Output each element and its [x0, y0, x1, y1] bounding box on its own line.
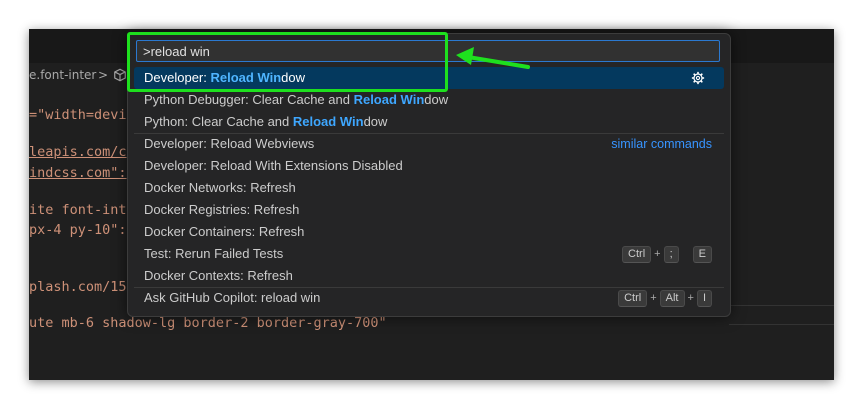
command-label: Ask GitHub Copilot: reload win [144, 290, 321, 305]
key-cap: Ctrl [618, 289, 648, 307]
key-cap: ; [663, 245, 679, 263]
command-item[interactable]: Ask GitHub Copilot: reload win Ctrl + Alt + I [134, 287, 724, 309]
key-plus: + [687, 292, 694, 304]
breadcrumb-separator: > [98, 68, 109, 82]
key-cap: Ctrl [622, 245, 652, 263]
editor-divider [729, 324, 834, 325]
cube-icon [114, 68, 126, 82]
key-plus: + [654, 248, 661, 260]
code-line: ="width=devic [29, 107, 135, 123]
command-label: Docker Containers: Refresh [144, 224, 305, 239]
editor-divider [729, 305, 834, 306]
command-label: Docker Registries: Refresh [144, 202, 300, 217]
keybinding: Ctrl + Alt + I [618, 289, 712, 307]
command-label: Docker Contexts: Refresh [144, 268, 293, 283]
command-item[interactable]: Test: Rerun Failed Tests Ctrl +; E [134, 243, 724, 265]
command-item[interactable]: Developer: Reload With Extensions Disabl… [134, 155, 724, 177]
command-item[interactable]: Docker Networks: Refresh [134, 177, 724, 199]
key-plus: + [650, 292, 657, 304]
code-line: px-4 py-10": [29, 222, 127, 238]
command-label: Developer: Reload Webviews [144, 136, 315, 151]
similar-commands-link[interactable]: similar commands [611, 133, 712, 155]
command-label: Developer: Reload With Extensions Disabl… [144, 158, 403, 173]
key-cap: I [696, 289, 712, 307]
keybinding: Ctrl +; E [622, 245, 712, 263]
command-item[interactable]: Docker Contexts: Refresh [134, 265, 724, 287]
breadcrumb-item[interactable]: e.font-inter [29, 63, 96, 87]
command-item[interactable]: Docker Containers: Refresh [134, 221, 724, 243]
annotation-highlight-box [127, 32, 448, 92]
command-label: Docker Networks: Refresh [144, 180, 296, 195]
command-item[interactable]: Python: Clear Cache and Reload Window [134, 111, 724, 133]
key-cap: E [692, 245, 712, 263]
gear-icon[interactable] [691, 71, 705, 85]
code-line: indcss.com": [29, 165, 127, 181]
annotation-arrow-icon [456, 47, 530, 69]
code-line: ite font-int [29, 202, 127, 218]
command-label: Python Debugger: Clear Cache and Reload … [144, 92, 449, 107]
code-line: leapis.com/c [29, 144, 127, 160]
command-item[interactable]: Developer: Reload Webviews similar comman… [134, 133, 724, 155]
command-item[interactable]: Docker Registries: Refresh [134, 199, 724, 221]
key-cap: Alt [659, 289, 685, 307]
command-item[interactable]: Python Debugger: Clear Cache and Reload … [134, 89, 724, 111]
command-label: Test: Rerun Failed Tests [144, 246, 284, 261]
command-label: Python: Clear Cache and Reload Window [144, 114, 388, 129]
